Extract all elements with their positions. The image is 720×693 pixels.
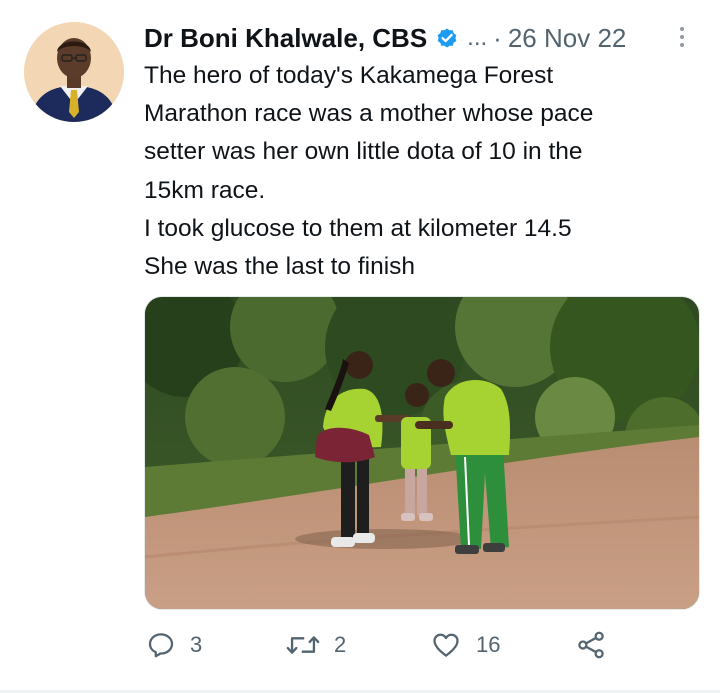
verified-badge-icon bbox=[435, 26, 459, 50]
tweet-text-line: She was the last to finish bbox=[144, 253, 416, 281]
more-options-icon[interactable] bbox=[672, 22, 692, 52]
tweet-text: The hero of today's Kakamega Forest Mara… bbox=[144, 57, 704, 286]
retweet-icon bbox=[286, 630, 320, 660]
avatar-photo bbox=[24, 22, 124, 122]
tweet-text-line: setter was her own little dota of 10 in … bbox=[144, 138, 583, 166]
retweet-button[interactable]: 2 bbox=[286, 622, 346, 668]
photo-scene bbox=[145, 297, 699, 609]
tweet-actions: 3 2 16 bbox=[144, 622, 704, 668]
name-truncation: ... bbox=[467, 24, 488, 51]
tweet-date[interactable]: 26 Nov 22 bbox=[508, 23, 627, 54]
tweet-card[interactable]: Dr Boni Khalwale, CBS ... · 26 Nov 22 Th… bbox=[0, 0, 720, 693]
tweet-text-line: 15km race. bbox=[144, 176, 266, 204]
share-icon bbox=[576, 630, 606, 660]
header-separator: · bbox=[493, 22, 502, 53]
share-button[interactable] bbox=[576, 622, 606, 668]
tweet-text-line: The hero of today's Kakamega Forest bbox=[144, 62, 554, 89]
like-button[interactable]: 16 bbox=[430, 622, 500, 668]
author-avatar[interactable] bbox=[24, 22, 124, 122]
reply-count: 3 bbox=[190, 632, 203, 657]
author-display-name[interactable]: Dr Boni Khalwale, CBS bbox=[144, 23, 427, 54]
like-icon bbox=[430, 630, 462, 660]
tweet-photo[interactable] bbox=[144, 296, 700, 610]
retweet-count: 2 bbox=[334, 632, 347, 657]
tweet-text-line: I took glucose to them at kilometer 14.5 bbox=[144, 214, 572, 242]
reply-icon bbox=[146, 630, 176, 660]
reply-button[interactable]: 3 bbox=[146, 622, 202, 668]
like-count: 16 bbox=[476, 632, 501, 657]
tweet-text-line: Marathon race was a mother whose pace bbox=[144, 100, 594, 128]
tweet-header: Dr Boni Khalwale, CBS ... · 26 Nov 22 bbox=[144, 20, 704, 56]
